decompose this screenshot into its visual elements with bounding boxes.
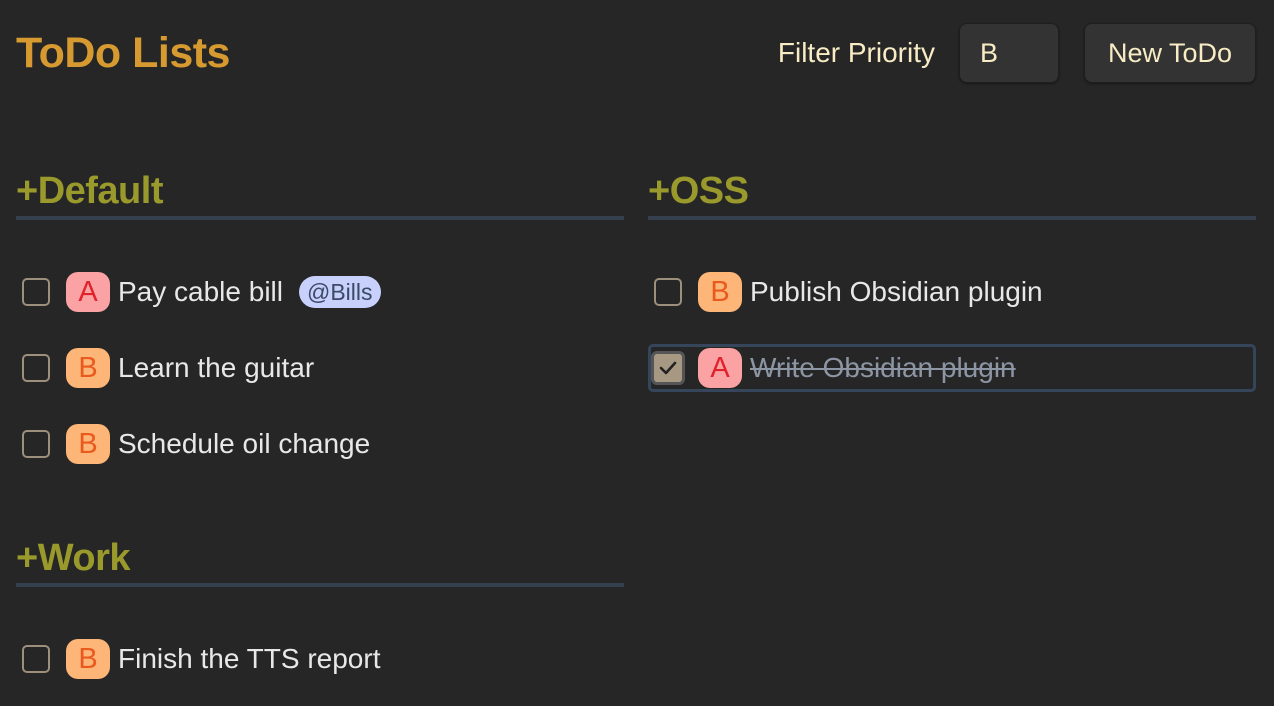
filter-priority-label: Filter Priority [777,37,935,68]
todo-checkbox[interactable] [22,278,50,306]
list-work: +Work B Finish the TTS report [16,537,624,706]
list-header: +Default [16,170,624,220]
todo-text[interactable]: Finish the TTS report [118,643,380,675]
todo-checkbox[interactable] [22,430,50,458]
filter-priority-input[interactable] [959,23,1059,83]
list-items: B Publish Obsidian plugin A Write Obsidi… [648,268,1256,392]
todo-text[interactable]: Write Obsidian plugin [750,352,1016,384]
priority-badge: B [66,424,110,464]
todo-text[interactable]: Learn the guitar [118,352,314,384]
todo-app: ToDo Lists Filter Priority New ToDo +Def… [0,0,1274,706]
priority-badge: B [66,639,110,679]
list-default: +Default A Pay cable bill @Bills B Learn… [16,170,624,496]
todo-item: B Publish Obsidian plugin [648,268,1256,316]
priority-badge: B [698,272,742,312]
todo-checkbox[interactable] [654,278,682,306]
list-items: B Finish the TTS report [16,635,624,683]
header: ToDo Lists Filter Priority New ToDo [16,22,1256,84]
list-header: +Work [16,537,624,587]
context-tag[interactable]: @Bills [298,276,381,308]
todo-item: A Pay cable bill @Bills [16,268,624,316]
priority-badge: A [66,272,110,312]
todo-item: B Finish the TTS report [16,635,624,683]
todo-text[interactable]: Publish Obsidian plugin [750,276,1043,308]
todo-item: B Learn the guitar [16,344,624,392]
priority-badge: B [66,348,110,388]
list-header: +OSS [648,170,1256,220]
todo-item-selected: A Write Obsidian plugin [648,344,1256,392]
list-items: A Pay cable bill @Bills B Learn the guit… [16,268,624,468]
todo-checkbox-checked[interactable] [651,351,685,385]
todo-checkbox[interactable] [22,354,50,382]
priority-badge: A [698,348,742,388]
header-controls: Filter Priority New ToDo [778,23,1256,83]
list-oss: +OSS B Publish Obsidian plugin A Write O… [648,170,1256,420]
page-title: ToDo Lists [16,28,230,77]
todo-text[interactable]: Schedule oil change [118,428,370,460]
todo-text[interactable]: Pay cable bill [118,276,283,308]
checkmark-icon [659,361,677,375]
todo-item: B Schedule oil change [16,420,624,468]
todo-checkbox[interactable] [22,645,50,673]
new-todo-button[interactable]: New ToDo [1084,23,1256,83]
